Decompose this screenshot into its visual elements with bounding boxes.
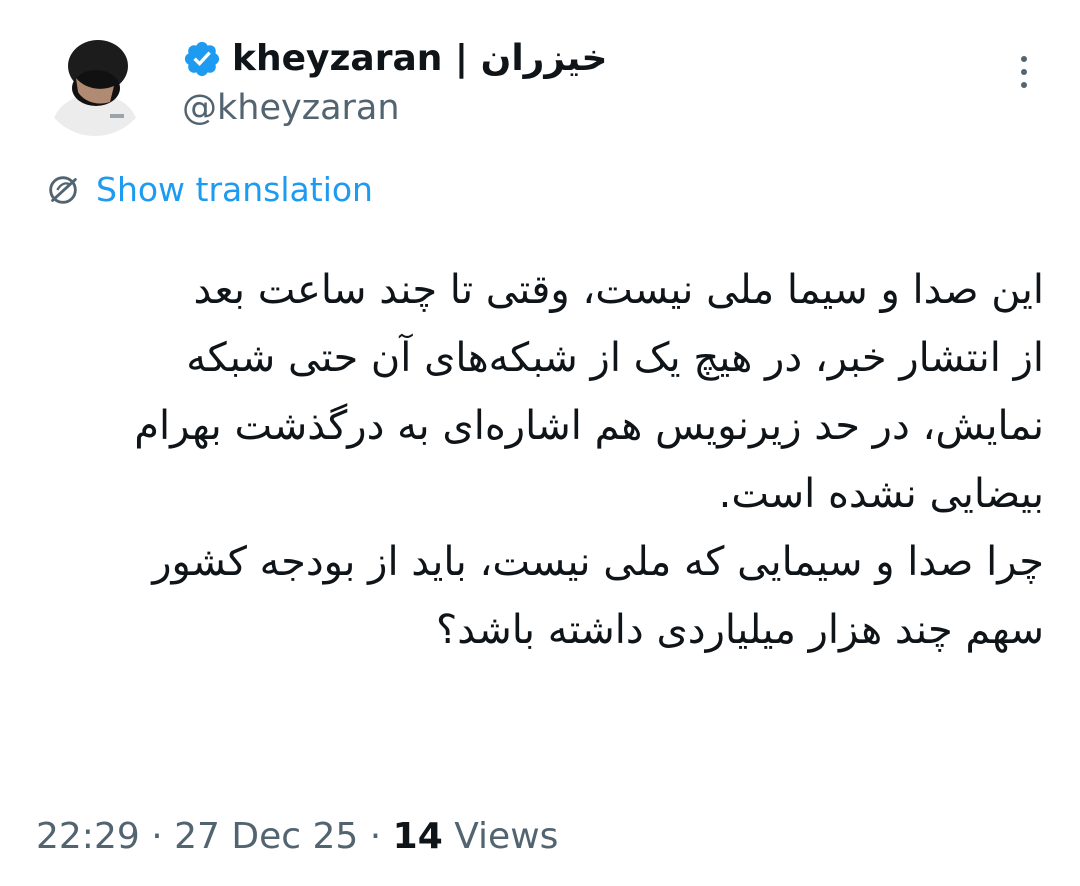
meta-separator: · [151,816,163,857]
tweet-meta: 22:29 · 27 Dec 25 · 14 Views [36,816,558,857]
tweet-text: این صدا و سیما ملی نیست، وقتی تا چند ساع… [40,256,1044,664]
display-name[interactable]: kheyzaran | خیزران [232,38,607,79]
more-options-icon[interactable] [1010,56,1038,96]
avatar-image [40,26,150,136]
tweet-line: بیضایی نشده است. [718,471,1044,517]
meta-separator: · [369,816,382,857]
author-handle[interactable]: @kheyzaran [182,88,400,128]
more-dot [1021,69,1027,75]
more-dot [1021,82,1027,88]
tweet-date[interactable]: 27 Dec 25 [174,816,358,857]
verified-badge-icon [184,41,220,76]
tweet-line: چرا صدا و سیمایی که ملی نیست، باید از بو… [152,539,1044,585]
author-name-row: kheyzaran | خیزران [182,38,607,79]
tweet-line: از انتشار خبر، در هیچ یک از شبکه‌های آن … [186,335,1044,381]
show-translation-label: Show translation [96,170,373,209]
tweet-line: نمایش، در حد زیرنویس هم اشاره‌ای به درگذ… [134,403,1044,449]
globe-icon [49,175,77,204]
tweet-line: سهم چند هزار میلیاردی داشته باشد؟ [436,607,1044,653]
views-count: 14 [392,816,443,857]
show-translation-link[interactable]: Show translation [44,170,373,209]
avatar[interactable] [40,26,150,136]
tweet-time[interactable]: 22:29 [36,816,140,857]
tweet-line: این صدا و سیما ملی نیست، وقتی تا چند ساع… [193,267,1044,313]
views-label: Views [454,816,559,857]
more-dot [1021,56,1027,62]
